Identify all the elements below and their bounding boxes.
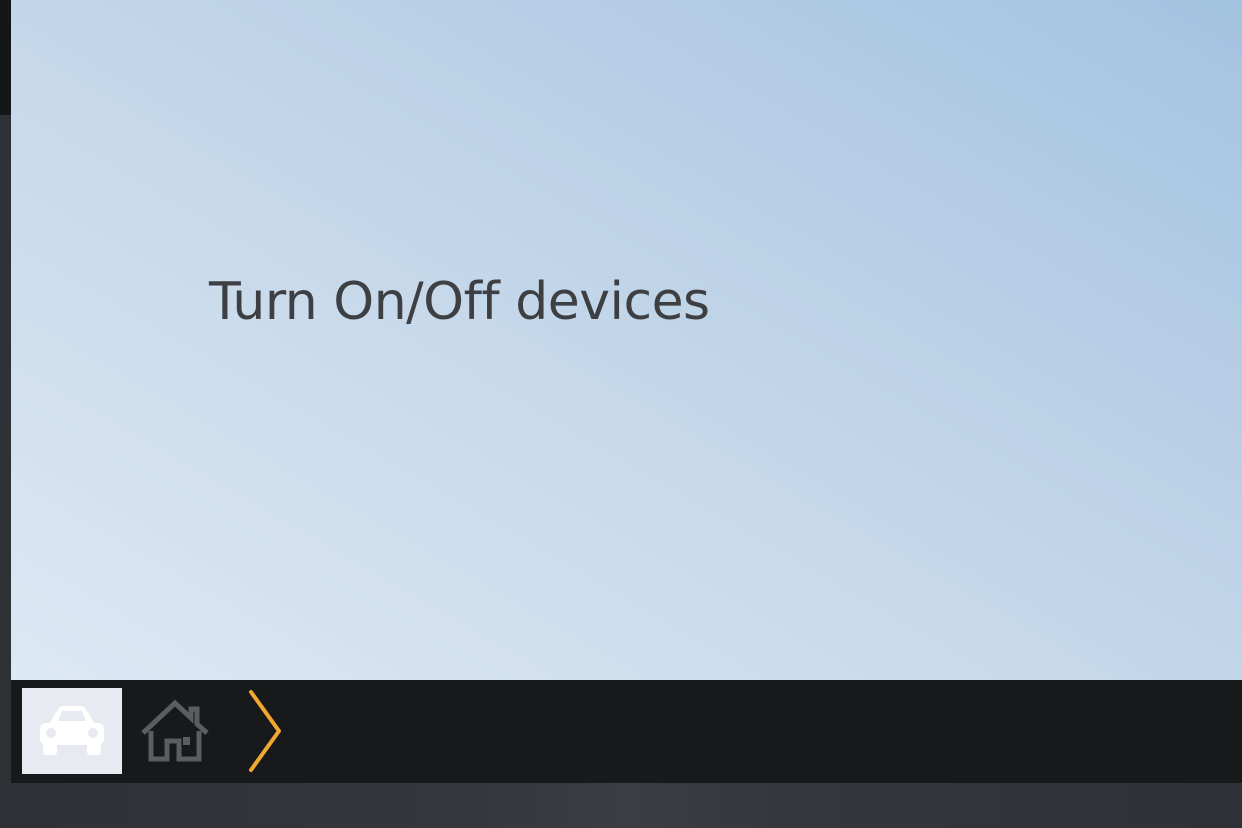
page-title: Turn On/Off devices: [209, 272, 710, 332]
main-content-area: Turn On/Off devices: [11, 0, 1242, 680]
car-tab-button[interactable]: [22, 688, 122, 774]
footer-strip: [11, 783, 1242, 828]
bottom-nav-bar: [11, 680, 1242, 783]
home-icon: [141, 699, 209, 762]
chevron-right-icon: [249, 690, 281, 772]
left-edge-strip-top: [0, 0, 11, 115]
left-edge-strip: [0, 0, 11, 828]
home-tab-button[interactable]: [127, 688, 223, 774]
car-icon: [40, 706, 104, 755]
next-chevron-button[interactable]: [243, 686, 289, 776]
